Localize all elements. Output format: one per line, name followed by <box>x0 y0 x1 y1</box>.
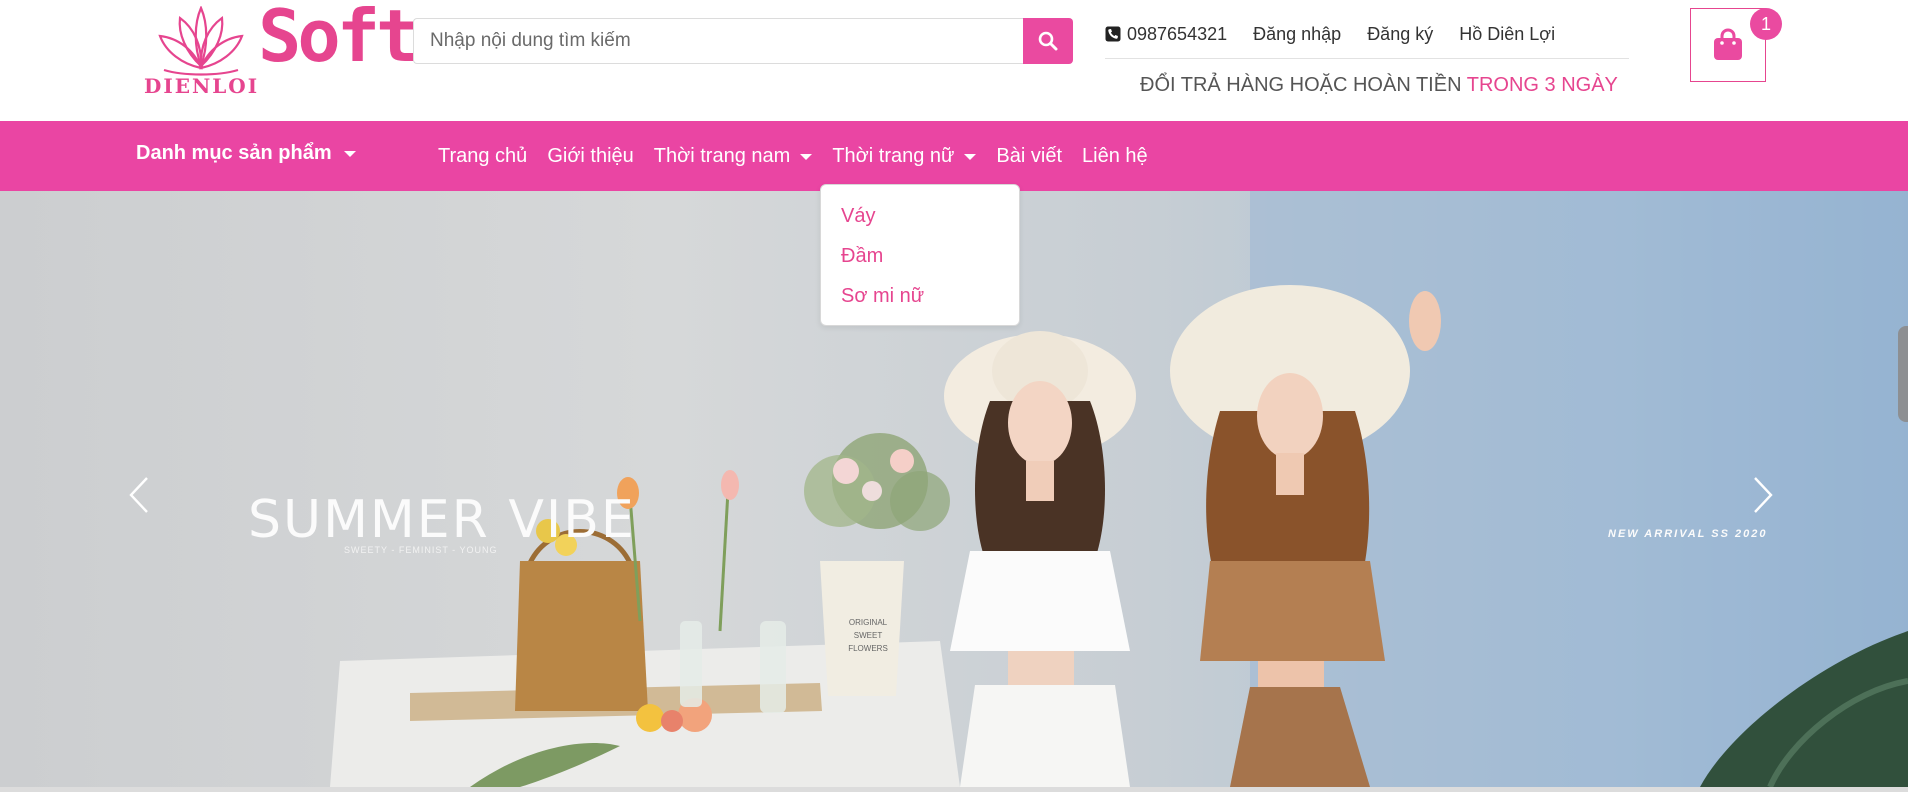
banner-title: SUMMER VIBE <box>248 490 636 550</box>
logo-wordmark: Soft <box>258 0 419 78</box>
nav-item-label: Bài viết <box>996 145 1063 167</box>
header-divider <box>1105 58 1629 59</box>
site-logo[interactable]: Soft DIENLOI <box>144 0 419 98</box>
chevron-right-icon <box>1754 477 1773 513</box>
search-icon <box>1038 31 1058 51</box>
carousel-next-button[interactable] <box>1748 474 1778 516</box>
nav-item-women-fashion[interactable]: Thời trang nữ <box>832 145 977 168</box>
caret-down-icon <box>343 150 356 157</box>
search-bar <box>413 18 1073 64</box>
promo-text: ĐỔI TRẢ HÀNG HOẶC HOÀN TIỀN <box>1140 74 1462 96</box>
category-dropdown-toggle[interactable]: Danh mục sản phẩm <box>136 142 356 165</box>
nav-item-blog[interactable]: Bài viết <box>996 145 1062 168</box>
nav-item-home[interactable]: Trang chủ <box>438 145 527 168</box>
lotus-icon <box>158 6 244 76</box>
search-input[interactable] <box>413 18 1023 64</box>
login-link[interactable]: Đăng nhập <box>1253 24 1341 45</box>
scroll-handle[interactable] <box>1898 326 1908 422</box>
banner-subtitle: SWEETY - FEMINIST - YOUNG <box>344 545 498 555</box>
user-name-link[interactable]: Hồ Diên Lợi <box>1459 24 1555 45</box>
category-label: Danh mục sản phẩm <box>136 142 332 164</box>
nav-item-contact[interactable]: Liên hệ <box>1082 145 1148 168</box>
nav-item-label: Trang chủ <box>438 145 528 167</box>
register-link[interactable]: Đăng ký <box>1367 24 1433 45</box>
hotline[interactable]: 0987654321 <box>1105 24 1227 45</box>
cart-count-badge: 1 <box>1750 8 1782 40</box>
dropdown-item-dress[interactable]: Váy <box>841 205 875 228</box>
caret-down-icon <box>964 153 977 160</box>
banner-bottom-edge <box>0 787 1908 792</box>
carousel-prev-button[interactable] <box>124 474 154 516</box>
main-navbar: Danh mục sản phẩm Trang chủ Giới thiệu T… <box>0 121 1908 191</box>
nav-item-label: Thời trang nam <box>653 145 791 167</box>
shopping-bag-icon <box>1714 28 1742 60</box>
top-links: 0987654321 Đăng nhập Đăng ký Hồ Diên Lợi <box>1105 18 1555 50</box>
bucket-label: ORIGINAL SWEET FLOWERS <box>848 618 888 653</box>
phone-icon <box>1105 26 1121 42</box>
nav-item-men-fashion[interactable]: Thời trang nam <box>654 145 813 168</box>
nav-item-label: Liên hệ <box>1082 145 1148 167</box>
promo-highlight: TRONG 3 NGÀY <box>1466 74 1618 96</box>
dropdown-item-gown[interactable]: Đầm <box>841 245 883 268</box>
promo-banner: ĐỔI TRẢ HÀNG HOẶC HOÀN TIỀN TRONG 3 NGÀY <box>1140 74 1618 97</box>
nav-item-about[interactable]: Giới thiệu <box>547 145 633 168</box>
women-fashion-dropdown: Váy Đầm Sơ mi nữ <box>820 184 1020 326</box>
search-button[interactable] <box>1023 18 1073 64</box>
main-menu: Trang chủ Giới thiệu Thời trang nam Thời… <box>438 145 1148 168</box>
phone-number: 0987654321 <box>1127 23 1228 44</box>
banner-tag: NEW ARRIVAL SS 2020 <box>1608 528 1768 540</box>
chevron-left-icon <box>129 477 148 513</box>
nav-item-label: Thời trang nữ <box>832 145 955 167</box>
logo-subtext: DIENLOI <box>144 74 260 98</box>
site-header: Soft DIENLOI 0987654321 Đăng nhập Đăng k… <box>0 0 1908 120</box>
caret-down-icon <box>800 153 813 160</box>
nav-item-label: Giới thiệu <box>547 145 634 167</box>
dropdown-item-womens-shirt[interactable]: Sơ mi nữ <box>841 285 924 308</box>
